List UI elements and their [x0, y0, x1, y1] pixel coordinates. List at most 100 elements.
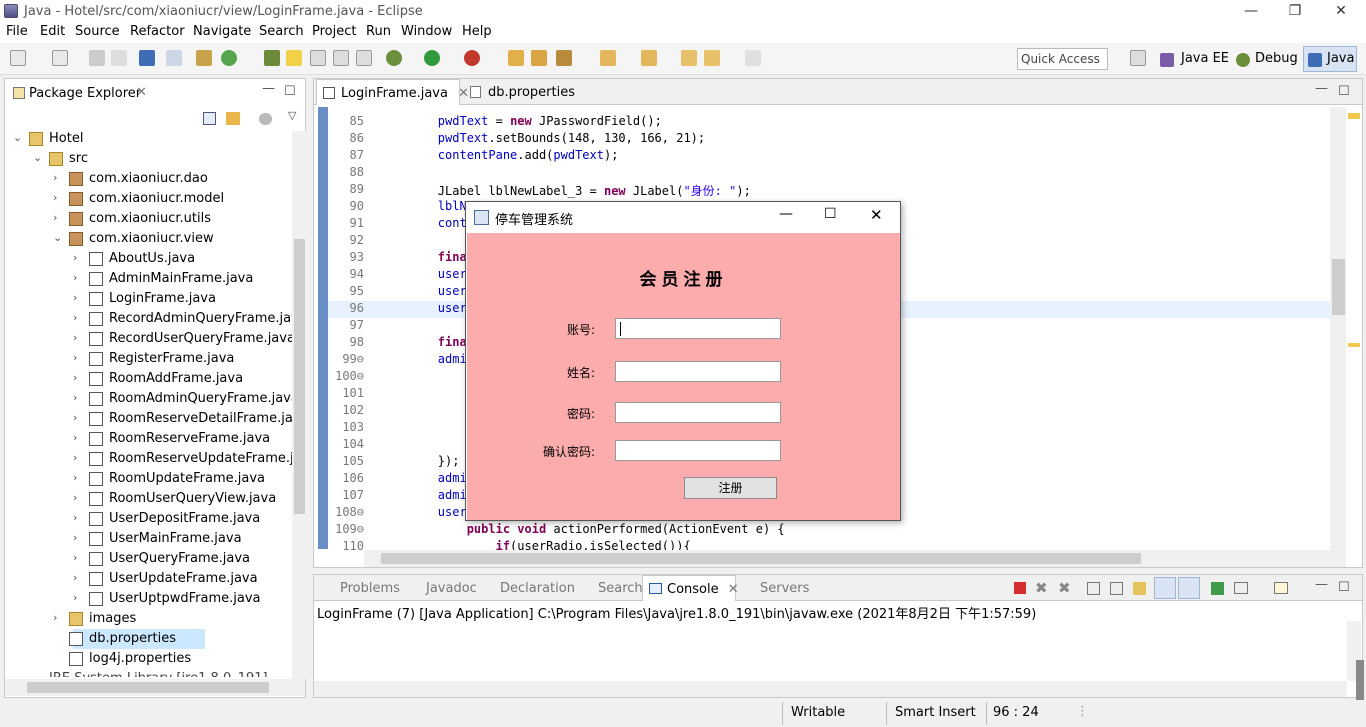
- tree-item[interactable]: › RecordAdminQueryFrame.java: [9, 309, 297, 329]
- tree-item[interactable]: › UserUptpwdFrame.java: [9, 589, 297, 609]
- tree-item[interactable]: › AboutUs.java: [9, 249, 297, 269]
- external-tools-icon[interactable]: [464, 50, 480, 66]
- tab-declaration[interactable]: Declaration: [476, 575, 583, 601]
- tree-horizontal-scrollbar[interactable]: [5, 679, 305, 696]
- chevron-right-icon[interactable]: ›: [73, 411, 77, 424]
- menu-help[interactable]: Help: [462, 24, 492, 39]
- show-whitespace-icon[interactable]: [333, 50, 349, 66]
- tab-javadoc[interactable]: Javadoc: [402, 575, 485, 601]
- tree-item[interactable]: JRE System Library [jre1.8.0_191]: [9, 669, 297, 677]
- tab-problems[interactable]: Problems: [316, 575, 408, 601]
- tab-db-properties[interactable]: db.properties: [464, 79, 575, 105]
- show-stderr-icon[interactable]: [1178, 577, 1200, 599]
- chevron-right-icon[interactable]: ›: [73, 551, 77, 564]
- remove-all-icon[interactable]: ✖: [1058, 579, 1071, 597]
- chevron-right-icon[interactable]: ›: [73, 431, 77, 444]
- tree-item[interactable]: › UserQueryFrame.java: [9, 549, 297, 569]
- minimize-view-icon[interactable]: —: [262, 81, 275, 96]
- name-input[interactable]: [615, 361, 781, 382]
- tree-item[interactable]: › UserMainFrame.java: [9, 529, 297, 549]
- account-input[interactable]: [615, 318, 781, 339]
- window-resize-grip[interactable]: [1356, 660, 1364, 700]
- collapse-all-icon[interactable]: [203, 112, 216, 125]
- menu-search[interactable]: Search: [259, 24, 304, 39]
- run-icon[interactable]: [424, 50, 440, 66]
- open-type-icon[interactable]: [264, 50, 280, 66]
- tree-vertical-scrollbar[interactable]: [292, 131, 306, 679]
- open-perspective-icon[interactable]: [1130, 50, 1146, 66]
- remove-launch-icon[interactable]: ✖: [1035, 579, 1048, 597]
- search-tool-icon[interactable]: [556, 50, 572, 66]
- chevron-right-icon[interactable]: ›: [73, 391, 77, 404]
- menu-refactor[interactable]: Refactor: [130, 24, 185, 39]
- terminate-icon[interactable]: [1014, 582, 1026, 594]
- perspective-java[interactable]: Java: [1327, 51, 1354, 66]
- maximize-button[interactable]: ❐: [1272, 0, 1318, 23]
- tree-item[interactable]: › com.xiaoniucr.dao: [9, 169, 297, 189]
- tab-search[interactable]: Search: [574, 575, 651, 601]
- chevron-right-icon[interactable]: ›: [53, 171, 57, 184]
- tree-item[interactable]: ⌄ Hotel: [9, 129, 297, 149]
- toggle-mark-icon[interactable]: [286, 50, 302, 66]
- save-all-icon[interactable]: [111, 50, 127, 66]
- open-folder-icon[interactable]: [508, 50, 524, 66]
- tree-item[interactable]: › com.xiaoniucr.model: [9, 189, 297, 209]
- chevron-right-icon[interactable]: ›: [53, 611, 57, 624]
- open-task-icon[interactable]: [531, 50, 547, 66]
- last-edit-icon[interactable]: [681, 50, 697, 66]
- new-icon[interactable]: [10, 50, 26, 66]
- tree-item[interactable]: › RecordUserQueryFrame.java: [9, 329, 297, 349]
- tab-loginframe[interactable]: LoginFrame.java ✕: [316, 79, 469, 105]
- previous-annotation-icon[interactable]: [641, 50, 657, 66]
- maximize-view-icon[interactable]: ☐: [284, 84, 296, 99]
- minimize-view-icon[interactable]: —: [1315, 81, 1328, 96]
- tab-console[interactable]: Console ✕: [642, 575, 739, 601]
- scroll-lock-icon[interactable]: [1110, 582, 1123, 595]
- perspective-java-ee[interactable]: Java EE: [1181, 51, 1229, 66]
- new-package-icon[interactable]: [196, 50, 212, 66]
- paragraph-icon[interactable]: [356, 50, 372, 66]
- chevron-right-icon[interactable]: ›: [53, 211, 57, 224]
- dialog-minimize-button[interactable]: —: [779, 206, 793, 222]
- tree-item[interactable]: log4j.properties: [9, 649, 297, 669]
- register-button[interactable]: 注册: [684, 477, 777, 499]
- menu-edit[interactable]: Edit: [40, 24, 65, 39]
- chevron-right-icon[interactable]: ›: [53, 191, 57, 204]
- chevron-right-icon[interactable]: ›: [73, 371, 77, 384]
- tree-item[interactable]: › UserDepositFrame.java: [9, 509, 297, 529]
- maximize-view-icon[interactable]: ☐: [1338, 580, 1350, 595]
- chevron-down-icon[interactable]: ⌄: [13, 131, 22, 144]
- console-icon[interactable]: [139, 50, 155, 66]
- tree-item[interactable]: ⌄ com.xiaoniucr.view: [9, 229, 297, 249]
- password-input[interactable]: [615, 402, 781, 423]
- tree-item[interactable]: › LoginFrame.java: [9, 289, 297, 309]
- chevron-down-icon[interactable]: ⌄: [53, 231, 62, 244]
- tree-item[interactable]: › RegisterFrame.java: [9, 349, 297, 369]
- show-stdout-icon[interactable]: [1154, 577, 1176, 599]
- confirm-password-input[interactable]: [615, 440, 781, 461]
- chevron-right-icon[interactable]: ›: [73, 291, 77, 304]
- chevron-right-icon[interactable]: ›: [73, 531, 77, 544]
- dialog-maximize-button[interactable]: ☐: [824, 206, 837, 222]
- quick-access-input[interactable]: Quick Access: [1017, 48, 1108, 70]
- close-tab-icon[interactable]: ✕: [136, 85, 147, 100]
- chevron-right-icon[interactable]: ›: [73, 251, 77, 264]
- tree-item[interactable]: ⌄ src: [9, 149, 297, 169]
- view-menu-icon[interactable]: ▽: [288, 109, 296, 122]
- chevron-right-icon[interactable]: ›: [73, 471, 77, 484]
- tree-item[interactable]: › RoomAddFrame.java: [9, 369, 297, 389]
- tree-item[interactable]: › RoomReserveUpdateFrame.java: [9, 449, 297, 469]
- perspective-debug[interactable]: Debug: [1255, 51, 1298, 66]
- focus-icon[interactable]: [259, 113, 272, 125]
- menu-navigate[interactable]: Navigate: [193, 24, 251, 39]
- minimize-button[interactable]: —: [1228, 0, 1274, 23]
- debug-icon[interactable]: [386, 50, 402, 66]
- menu-run[interactable]: Run: [366, 24, 391, 39]
- display-console-icon[interactable]: [1234, 582, 1248, 594]
- scroll-thumb[interactable]: [381, 553, 1141, 564]
- close-button[interactable]: ✕: [1318, 0, 1364, 23]
- dialog-close-button[interactable]: ✕: [870, 206, 883, 224]
- scroll-thumb[interactable]: [294, 239, 305, 514]
- menu-file[interactable]: File: [6, 24, 28, 39]
- menu-window[interactable]: Window: [401, 24, 452, 39]
